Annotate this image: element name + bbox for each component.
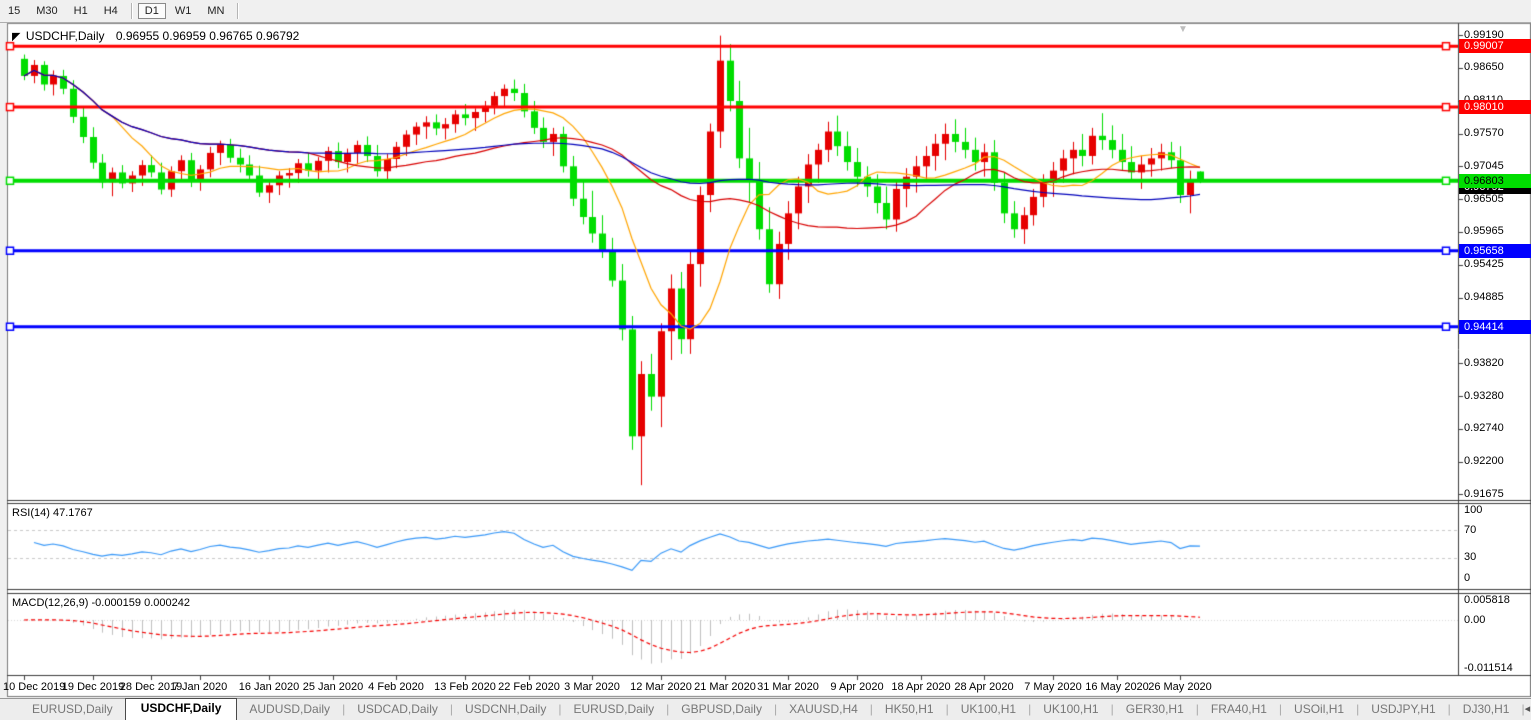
date-tick-label: 10 Dec 2019 (3, 681, 65, 693)
macd-name: MACD(12,26,9) (12, 597, 88, 609)
date-tick-label: 3 Mar 2020 (564, 681, 620, 693)
price-line-badge: 0.94414 (1459, 320, 1531, 334)
chart-tab-uk100-h1[interactable]: UK100,H1 (1031, 699, 1110, 720)
macd-value: -0.000159 0.000242 (91, 597, 189, 609)
chart-tab-eurusd-daily[interactable]: EURUSD,Daily (561, 699, 666, 720)
chart-tab-gbpusd-daily[interactable]: GBPUSD,Daily (669, 699, 774, 720)
chart-tab-hk50-h1[interactable]: HK50,H1 (873, 699, 946, 720)
rsi-axis-label: 100 (1464, 504, 1482, 516)
rsi-axis-label: 30 (1464, 551, 1476, 563)
rsi-name: RSI(14) (12, 507, 50, 519)
tab-scroll-arrows: ◂ ▸ (1525, 702, 1531, 720)
price-tick-label: 0.91675 (1464, 488, 1504, 500)
rsi-axis-label: 0 (1464, 572, 1470, 584)
chart-symbol-label: USDCHF,Daily (26, 29, 105, 43)
timeframe-toolbar: 15 M30 H1 H4 D1 W1 MN (0, 0, 1531, 23)
timeframe-button-m15[interactable]: 15 (1, 3, 27, 19)
date-tick-label: 31 Mar 2020 (757, 681, 819, 693)
price-line-badge: 0.99007 (1459, 39, 1531, 53)
timeframe-button-h4[interactable]: H4 (97, 3, 125, 19)
price-tick-label: 0.93280 (1464, 390, 1504, 402)
chart-tab-usoil-h1[interactable]: USOil,H1 (1282, 699, 1356, 720)
date-tick-label: 4 Feb 2020 (368, 681, 424, 693)
macd-indicator-label: MACD(12,26,9) -0.000159 0.000242 (12, 597, 190, 609)
macd-axis-label: -0.011514 (1464, 662, 1513, 674)
rsi-value: 47.1767 (53, 507, 93, 519)
date-tick-label: 13 Feb 2020 (434, 681, 496, 693)
chart-tab-xauusd-h4[interactable]: XAUUSD,H4 (777, 699, 870, 720)
price-tick-label: 0.95965 (1464, 225, 1504, 237)
date-tick-label: 22 Feb 2020 (498, 681, 560, 693)
chart-plot-area[interactable] (0, 0, 1531, 720)
date-tick-label: 12 Mar 2020 (630, 681, 692, 693)
chart-tab-eurusd-daily[interactable]: EURUSD,Daily (20, 699, 125, 720)
rsi-axis-label: 70 (1464, 524, 1476, 536)
price-tick-label: 0.94885 (1464, 291, 1504, 303)
tabs-container: EURUSD,DailyUSDCHF,DailyAUDUSD,Daily|USD… (20, 698, 1525, 720)
toolbar-separator (131, 3, 132, 19)
chart-title: ◤ USDCHF,Daily 0.96955 0.96959 0.96765 0… (12, 29, 299, 43)
timeframe-button-h1[interactable]: H1 (67, 3, 95, 19)
chart-tab-usdjpy-h1[interactable]: USDJPY,H1 (1359, 699, 1447, 720)
price-tick-label: 0.97570 (1464, 127, 1504, 139)
chart-tab-audusd-daily[interactable]: AUDUSD,Daily (237, 699, 342, 720)
cursor-icon: ◤ (12, 31, 20, 43)
chart-tab-usdcad-daily[interactable]: USDCAD,Daily (345, 699, 450, 720)
price-tick-label: 0.93820 (1464, 357, 1504, 369)
price-line-badge: 0.95658 (1459, 244, 1531, 258)
chart-shift-icon[interactable]: ▼ (1178, 24, 1188, 35)
chart-tab-ger30-h1[interactable]: GER30,H1 (1114, 699, 1196, 720)
price-line-badge: 0.96803 (1459, 174, 1531, 188)
date-tick-label: 26 May 2020 (1148, 681, 1212, 693)
date-tick-label: 16 May 2020 (1085, 681, 1149, 693)
date-tick-label: 19 Dec 2019 (62, 681, 124, 693)
date-tick-label: 18 Apr 2020 (891, 681, 950, 693)
chart-tab-uk100-h1[interactable]: UK100,H1 (949, 699, 1028, 720)
macd-axis-label: 0.00 (1464, 614, 1485, 626)
macd-axis-label: 0.005818 (1464, 594, 1510, 606)
chart-tab-bar: EURUSD,DailyUSDCHF,DailyAUDUSD,Daily|USD… (0, 698, 1531, 720)
date-tick-label: 28 Apr 2020 (954, 681, 1013, 693)
price-line-badge: 0.98010 (1459, 100, 1531, 114)
date-tick-label: 7 May 2020 (1024, 681, 1081, 693)
date-tick-label: 7 Jan 2020 (173, 681, 227, 693)
chart-ohlc-values: 0.96955 0.96959 0.96765 0.96792 (116, 29, 300, 43)
chart-tab-fra40-h1[interactable]: FRA40,H1 (1199, 699, 1279, 720)
tab-scroll-left-icon[interactable]: ◂ (1525, 702, 1531, 715)
timeframe-button-m30[interactable]: M30 (29, 3, 64, 19)
price-tick-label: 0.95425 (1464, 258, 1504, 270)
timeframe-button-mn[interactable]: MN (200, 3, 231, 19)
price-tick-label: 0.97045 (1464, 160, 1504, 172)
date-tick-label: 25 Jan 2020 (303, 681, 364, 693)
chart-tab-usdcnh-daily[interactable]: USDCNH,Daily (453, 699, 558, 720)
price-tick-label: 0.92740 (1464, 422, 1504, 434)
timeframe-button-d1[interactable]: D1 (138, 3, 166, 19)
toolbar-separator (237, 3, 238, 19)
chart-tab-usdchf-daily[interactable]: USDCHF,Daily (125, 698, 238, 720)
date-tick-label: 16 Jan 2020 (239, 681, 300, 693)
price-tick-label: 0.92200 (1464, 455, 1504, 467)
chart-tab-dj30-h1[interactable]: DJ30,H1 (1451, 699, 1522, 720)
rsi-indicator-label: RSI(14) 47.1767 (12, 507, 93, 519)
date-tick-label: 9 Apr 2020 (830, 681, 883, 693)
timeframe-button-w1[interactable]: W1 (168, 3, 199, 19)
date-tick-label: 21 Mar 2020 (694, 681, 756, 693)
price-tick-label: 0.98650 (1464, 61, 1504, 73)
